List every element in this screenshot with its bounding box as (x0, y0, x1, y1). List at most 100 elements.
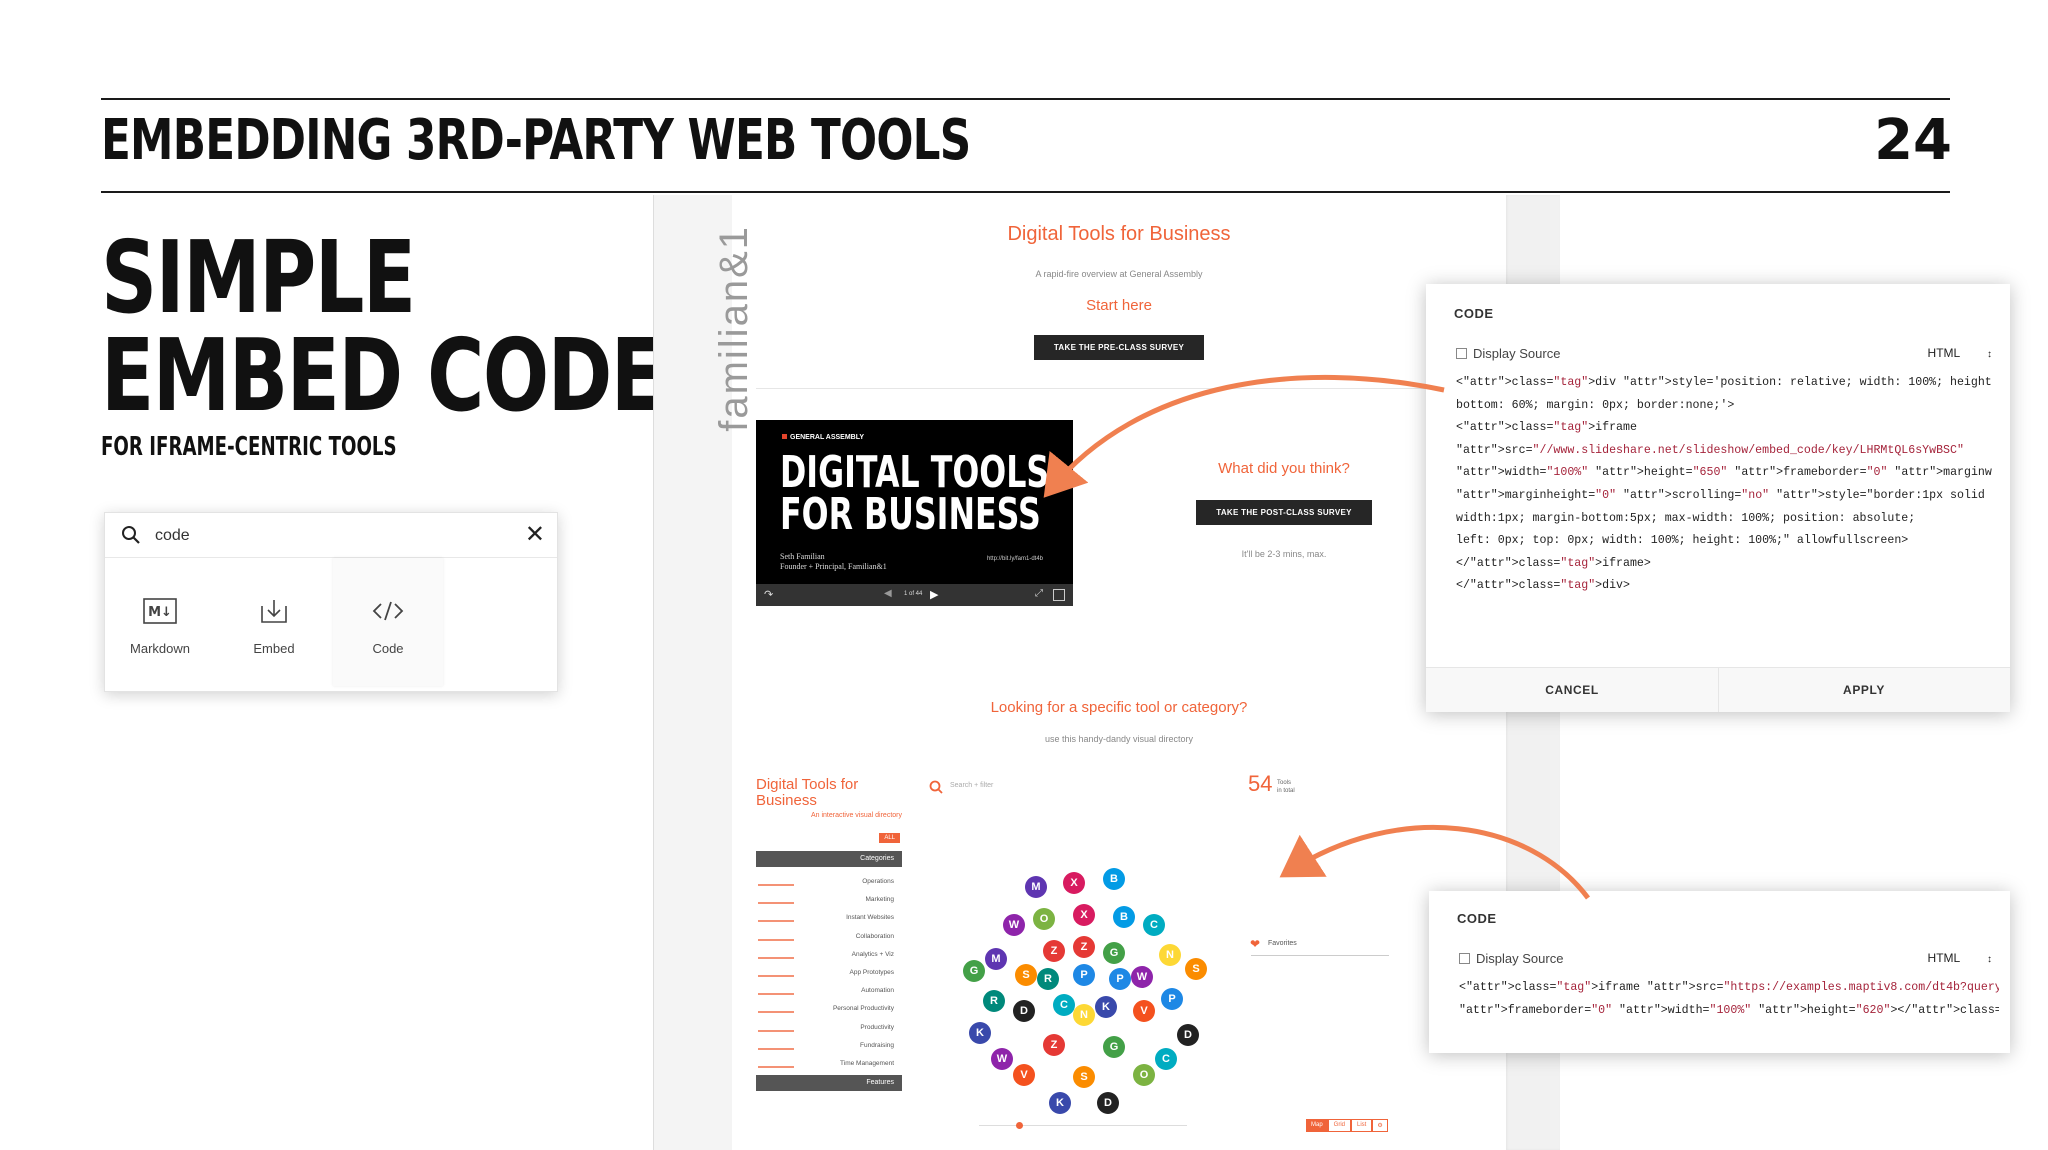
search-icon (122, 526, 140, 544)
tool-logo-icon[interactable]: P (1161, 988, 1183, 1010)
tool-logo-icon[interactable]: B (1113, 906, 1135, 928)
tool-logo-icon[interactable]: K (969, 1022, 991, 1044)
display-source-checkbox[interactable] (1456, 348, 1467, 359)
category-item[interactable]: Personal Productivity (756, 1000, 902, 1018)
deck-author-role: Founder + Principal, Familian&1 (780, 562, 887, 571)
category-item[interactable]: Instant Websites (756, 909, 902, 927)
tab-grid[interactable]: Grid (1327, 1119, 1352, 1132)
tool-logo-icon[interactable]: D (1177, 1024, 1199, 1046)
category-item[interactable]: Collaboration (756, 928, 902, 946)
code-line: "attr">frameborder="0" "attr">width="100… (1459, 1003, 1999, 1017)
prev-icon[interactable]: ◀ (884, 588, 892, 599)
picker-tile-code[interactable]: Code (333, 558, 443, 686)
code-editor[interactable]: <"attr">class="tag">iframe "attr">src="h… (1459, 977, 1999, 1029)
zoom-slider-handle[interactable] (1016, 1122, 1023, 1129)
directory-search-icon (929, 780, 943, 794)
tool-logo-icon[interactable]: R (983, 990, 1005, 1012)
code-line: <"attr">class="tag">iframe "attr">src="h… (1459, 981, 1999, 994)
picker-search-input[interactable] (153, 523, 497, 549)
code-line: width:1px; margin-bottom:5px; max-width:… (1456, 511, 1916, 525)
categories-header: Categories (756, 851, 902, 867)
favorites-label[interactable]: Favorites (1268, 940, 1297, 947)
dialog-header: CODE (1454, 306, 1494, 321)
tool-logo-icon[interactable]: K (1095, 996, 1117, 1018)
share-icon[interactable]: ↷ (764, 588, 773, 601)
pre-survey-button[interactable]: TAKE THE PRE-CLASS SURVEY (1033, 335, 1205, 360)
zoom-slider[interactable] (979, 1125, 1187, 1126)
tool-logo-icon[interactable]: W (1131, 966, 1153, 988)
dialog-footer: CANCEL APPLY (1426, 667, 2010, 712)
cancel-button[interactable]: CANCEL (1426, 668, 1719, 712)
tool-logo-icon[interactable]: S (1073, 1066, 1095, 1088)
tool-logo-icon[interactable]: G (1103, 942, 1125, 964)
tool-logo-icon[interactable]: C (1155, 1048, 1177, 1070)
tool-logo-icon[interactable]: O (1033, 908, 1055, 930)
tool-logo-icon[interactable]: P (1073, 964, 1095, 986)
deck-title-1: DIGITAL TOOLS (780, 447, 1050, 498)
apply-button[interactable]: APPLY (1718, 668, 2010, 712)
tool-logo-icon[interactable]: P (1109, 968, 1131, 990)
category-item[interactable]: Marketing (756, 891, 902, 909)
tool-logo-icon[interactable]: S (1185, 958, 1207, 980)
hero-title: Digital Tools for Business (1007, 223, 1231, 245)
category-item[interactable]: Fundraising (756, 1037, 902, 1055)
code-dialog-slideshare: CODE Display Source HTML <"attr">class="… (1426, 284, 2010, 712)
tool-logo-icon[interactable]: K (1049, 1092, 1071, 1114)
tool-logo-icon[interactable]: R (1037, 968, 1059, 990)
mode-select[interactable]: HTML (1928, 951, 1992, 965)
tool-logo-icon[interactable]: V (1133, 1000, 1155, 1022)
category-item[interactable]: Time Management (756, 1055, 902, 1073)
tool-logo-icon[interactable]: C (1143, 914, 1165, 936)
picker-tile-embed[interactable]: Embed (219, 558, 329, 686)
settings-icon[interactable]: ⚙ (1372, 1119, 1388, 1132)
start-here: Start here (1086, 297, 1152, 314)
tool-logo-icon[interactable]: B (1103, 868, 1125, 890)
tool-logo-icon[interactable]: G (963, 960, 985, 982)
category-item[interactable]: Automation (756, 982, 902, 1000)
tool-logo-icon[interactable]: X (1063, 872, 1085, 894)
tool-logo-icon[interactable]: W (1003, 914, 1025, 936)
tool-logo-icon[interactable]: M (985, 948, 1007, 970)
filter-all-button[interactable]: ALL (879, 833, 900, 843)
tool-logo-icon[interactable]: W (991, 1048, 1013, 1070)
code-icon (372, 601, 404, 621)
tool-logo-icon[interactable]: N (1159, 944, 1181, 966)
tool-logo-icon[interactable]: X (1073, 904, 1095, 926)
expand-icon[interactable]: ⤢ (1035, 588, 1043, 599)
tool-logo-icon[interactable]: D (1013, 1000, 1035, 1022)
tool-logo-icon[interactable]: D (1097, 1092, 1119, 1114)
directory-search-input[interactable]: Search + filter (950, 782, 993, 789)
tool-logo-icon[interactable]: V (1013, 1064, 1035, 1086)
picker-tile-markdown[interactable]: M↓ Markdown (105, 558, 215, 686)
code-line: <"attr">class="tag">div "attr">style='po… (1456, 376, 1992, 389)
code-line: bottom: 60%; margin: 0px; border:none;'> (1456, 398, 1735, 412)
post-survey-button[interactable]: TAKE THE POST-CLASS SURVEY (1196, 500, 1372, 525)
category-item[interactable]: Analytics + Viz (756, 946, 902, 964)
code-editor[interactable]: <"attr">class="tag">div "attr">style='po… (1456, 372, 1992, 612)
tool-logo-icon[interactable]: Z (1043, 1034, 1065, 1056)
tool-logo-icon[interactable]: Z (1073, 936, 1095, 958)
tool-logo-icon[interactable]: C (1053, 994, 1075, 1016)
close-icon[interactable]: ✕ (525, 523, 545, 547)
tool-logo-icon[interactable]: G (1103, 1036, 1125, 1058)
tool-logo-icon[interactable]: S (1015, 964, 1037, 986)
fullscreen-icon[interactable] (1053, 589, 1065, 601)
tool-logo-icon[interactable]: N (1073, 1004, 1095, 1026)
picker-tile-label: Embed (253, 641, 295, 656)
category-item[interactable]: Productivity (756, 1019, 902, 1037)
slideshare-embed[interactable]: GENERAL ASSEMBLY DIGITAL TOOLS FOR BUSIN… (756, 420, 1073, 606)
tab-map[interactable]: Map (1306, 1119, 1328, 1132)
code-line: </"attr">class="tag">iframe> (1456, 556, 1651, 570)
tool-logo-icon[interactable]: Z (1043, 940, 1065, 962)
category-item[interactable]: App Prototypes (756, 964, 902, 982)
tool-logo-icon[interactable]: O (1133, 1064, 1155, 1086)
markdown-icon: M↓ (143, 598, 177, 624)
mode-select[interactable]: HTML (1928, 346, 1992, 360)
category-item[interactable]: Operations (756, 873, 902, 891)
display-source-checkbox[interactable] (1459, 953, 1470, 964)
features-header[interactable]: Features (756, 1075, 902, 1091)
tool-logo-icon[interactable]: M (1025, 876, 1047, 898)
tab-list[interactable]: List (1351, 1119, 1373, 1132)
play-icon[interactable]: ▶ (930, 588, 938, 601)
display-source-row: Display Source HTML (1456, 346, 1992, 368)
